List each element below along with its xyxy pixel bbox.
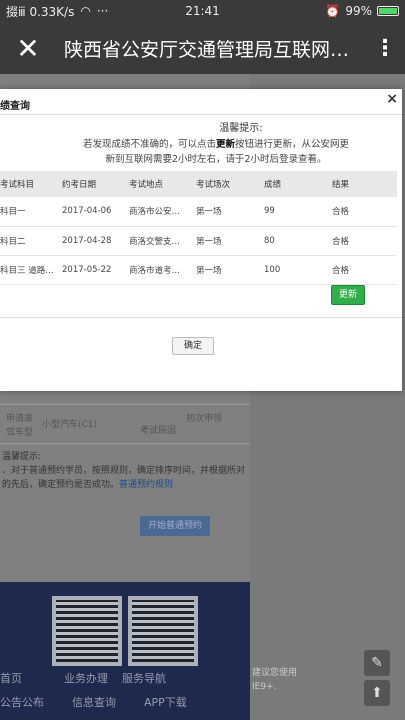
table-cell: 80 bbox=[264, 226, 332, 256]
table-cell: 合格 bbox=[332, 197, 397, 227]
row-label: 驾车型 bbox=[6, 428, 34, 438]
battery-percent: 99% bbox=[345, 4, 372, 18]
dialog-header: 绩查询 × bbox=[0, 89, 402, 115]
row-value: 初次申领 bbox=[186, 414, 223, 424]
booking-rules-link[interactable]: 普通预约规则 bbox=[119, 480, 173, 490]
table-cell: 2017-04-06 bbox=[62, 197, 129, 227]
table-cell: 2017-05-22 bbox=[62, 255, 129, 285]
qr-code-image bbox=[128, 596, 198, 666]
row-label: 申请准 bbox=[6, 414, 34, 424]
table-cell: 商洛市公安… bbox=[129, 197, 196, 227]
more-menu-icon[interactable]: ⋮ bbox=[365, 36, 405, 61]
table-cell: 合格 bbox=[332, 255, 397, 285]
browser-note-line: 建议您使用 bbox=[252, 668, 298, 678]
table-cell: 科目三 道路… bbox=[0, 255, 62, 285]
background-hint: 温馨提示: 、对于普通预约学员，按照规则，确定排序时间，并根据所对 的先后，确定… bbox=[0, 450, 250, 492]
row-value: 小型汽车(C1) bbox=[42, 420, 98, 430]
footer-link-query[interactable]: 信息查询 bbox=[72, 694, 116, 710]
qr-code-image bbox=[52, 596, 122, 666]
start-booking-button[interactable]: 开始普通预约 bbox=[140, 516, 210, 536]
column-header: 约考日期 bbox=[62, 171, 129, 197]
dialog-divider bbox=[0, 317, 402, 318]
table-row: 科目三 道路… 2017-05-22 商洛市道考… 第一场 100 合格 bbox=[0, 255, 397, 285]
table-cell: 100 bbox=[264, 255, 332, 285]
hint-line: 、对于普通预约学员，按照规则，确定排序时间，并根据所对 bbox=[2, 466, 246, 476]
notice-text-part: 按钮进行更新，从公安网更 bbox=[235, 139, 350, 150]
column-header: 成绩 bbox=[264, 171, 332, 197]
table-row: 科目二 2017-04-28 商洛交警支… 第一场 80 合格 bbox=[0, 226, 397, 256]
notice-text: 若发现成绩不准确的，可以点击更新按钮进行更新，从公安网更 新到互联网需要2小时左… bbox=[30, 137, 402, 167]
network-speed: 掇ⅲ 0.33K/s bbox=[6, 4, 75, 19]
site-footer: 首页 业务办理 服务导航 公告公布 信息查询 APP下载 bbox=[0, 582, 250, 720]
table-cell: 第一场 bbox=[196, 197, 264, 227]
browser-note-line: IE9+. bbox=[252, 682, 277, 692]
table-cell: 商洛市道考… bbox=[129, 255, 196, 285]
page-title: 陕西省公安厅交通管理局互联网… bbox=[64, 38, 350, 61]
table-cell: 商洛交警支… bbox=[129, 226, 196, 256]
table-cell: 合格 bbox=[332, 226, 397, 256]
confirm-button[interactable]: 确定 bbox=[172, 337, 214, 355]
column-header: 结果 bbox=[332, 171, 397, 197]
column-header: 考试科目 bbox=[0, 171, 62, 197]
footer-link-guide[interactable]: 服务导航 bbox=[122, 670, 166, 686]
hint-title: 温馨提示: bbox=[2, 452, 42, 462]
dialog-title: 绩查询 bbox=[0, 101, 30, 112]
notice-text-bold: 更新 bbox=[215, 139, 235, 150]
table-cell: 第一场 bbox=[196, 226, 264, 256]
wifi-icon: ◠ bbox=[80, 4, 91, 18]
column-header: 考试场次 bbox=[196, 171, 264, 197]
edit-icon[interactable]: ✎ bbox=[364, 650, 390, 676]
table-cell: 2017-04-28 bbox=[62, 226, 129, 256]
table-cell: 科目一 bbox=[0, 197, 62, 227]
title-bar: ✕ 陕西省公安厅交通管理局互联网… ⋮ bbox=[0, 22, 405, 74]
update-button[interactable]: 更新 bbox=[331, 285, 365, 305]
table-row: 科目一 2017-04-06 商洛市公安… 第一场 99 合格 bbox=[0, 197, 397, 227]
table-cell: 科目二 bbox=[0, 226, 62, 256]
row-label: 考试原因 bbox=[140, 426, 177, 436]
status-dots: ··· bbox=[96, 4, 109, 18]
status-bar: 掇ⅲ 0.33K/s ◠ ··· 21:41 ⏰ 99% bbox=[0, 0, 405, 22]
dialog-close-icon[interactable]: × bbox=[386, 91, 398, 107]
score-table: 考试科目 约考日期 考试地点 考试场次 成绩 结果 科目一 2017-04-06… bbox=[0, 171, 397, 285]
table-cell: 第一场 bbox=[196, 255, 264, 285]
notice-text-part: 新到互联网需要2小时左右，请于2小时后登录查看。 bbox=[105, 154, 327, 165]
footer-link-notice[interactable]: 公告公布 bbox=[0, 694, 44, 710]
score-query-dialog: 绩查询 × 温馨提示: 若发现成绩不准确的，可以点击更新按钮进行更新，从公安网更… bbox=[0, 89, 402, 391]
table-cell: 99 bbox=[264, 197, 332, 227]
footer-link-business[interactable]: 业务办理 bbox=[64, 670, 108, 686]
table-header-row: 考试科目 约考日期 考试地点 考试场次 成绩 结果 bbox=[0, 171, 397, 197]
battery-icon bbox=[377, 6, 399, 16]
hint-line: 的先后，确定预约是否成功。 bbox=[2, 480, 120, 490]
close-icon[interactable]: ✕ bbox=[0, 32, 56, 65]
footer-link-home[interactable]: 首页 bbox=[0, 670, 22, 686]
notice-title: 温馨提示: bbox=[219, 123, 263, 134]
browser-note: 建议您使用 IE9+. bbox=[252, 666, 312, 694]
column-header: 考试地点 bbox=[129, 171, 196, 197]
footer-link-app[interactable]: APP下载 bbox=[144, 694, 187, 710]
alarm-icon: ⏰ bbox=[325, 4, 341, 18]
notice-text-part: 若发现成绩不准确的，可以点击 bbox=[82, 139, 216, 150]
back-to-top-icon[interactable]: ⬆ bbox=[364, 680, 390, 706]
license-type-row: 申请准 驾车型 小型汽车(C1) 考试原因 初次申领 bbox=[0, 404, 250, 444]
